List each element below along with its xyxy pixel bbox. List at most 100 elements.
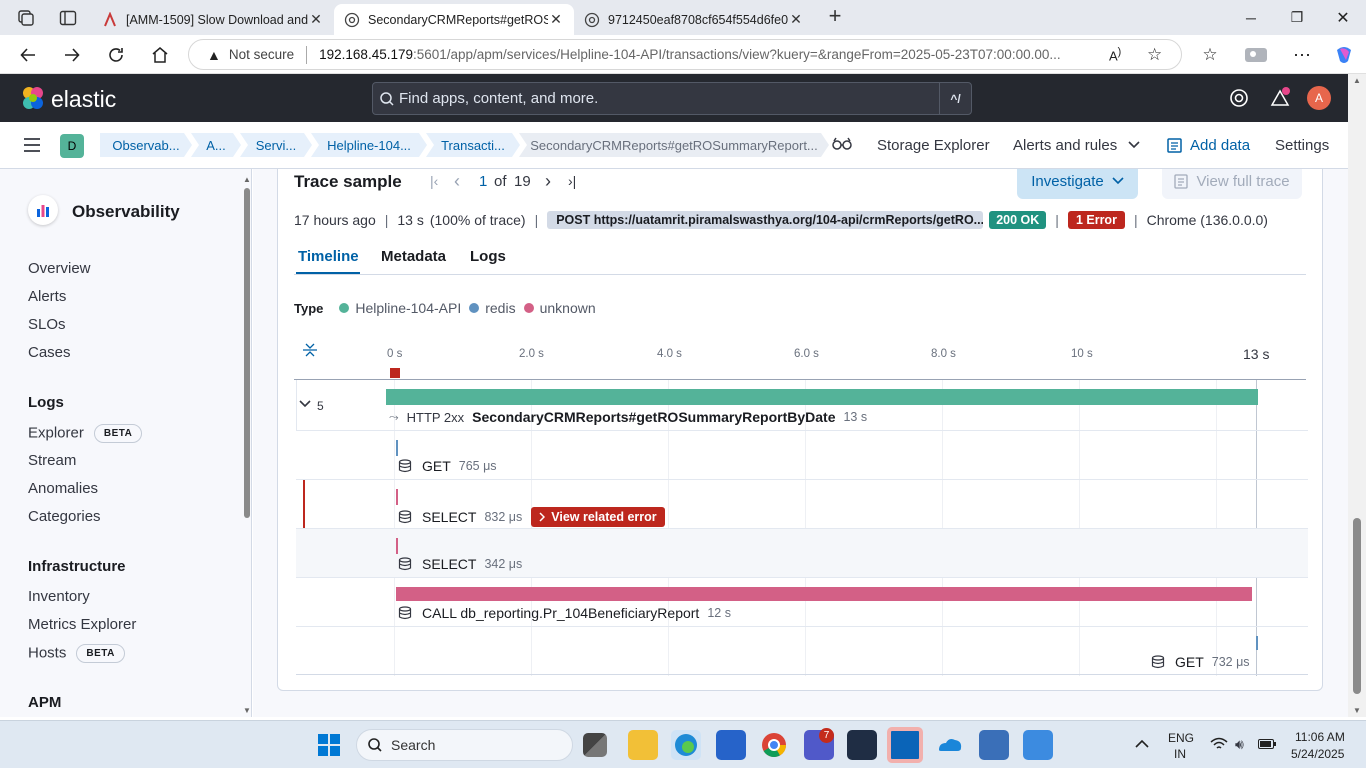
- refresh-icon[interactable]: [100, 39, 132, 71]
- home-icon[interactable]: [144, 39, 176, 71]
- back-icon[interactable]: [12, 39, 44, 71]
- close-tab-icon[interactable]: ✕: [788, 11, 804, 28]
- sidebar-item-cases[interactable]: Cases: [28, 344, 71, 361]
- view-full-trace-button[interactable]: View full trace: [1162, 169, 1302, 199]
- elastic-logo-icon[interactable]: [20, 85, 46, 111]
- sidebar-item-metrics-explorer[interactable]: Metrics Explorer: [28, 616, 136, 633]
- help-icon[interactable]: [1229, 88, 1249, 108]
- close-window-icon[interactable]: ✕: [1320, 0, 1366, 35]
- error-marker[interactable]: [390, 368, 400, 378]
- workspaces-icon[interactable]: [16, 8, 36, 28]
- sidebar-item-explorer[interactable]: Explorer BETA: [28, 424, 143, 443]
- sidebar-item-stream[interactable]: Stream: [28, 452, 76, 469]
- timeline-row-transaction[interactable]: 5 ⤳ HTTP 2xx SecondaryCRMReports#getROSu…: [296, 380, 1308, 430]
- file-explorer-icon[interactable]: [628, 730, 658, 760]
- scroll-up-icon[interactable]: ▲: [243, 175, 251, 184]
- outlook-icon[interactable]: [887, 727, 923, 763]
- span-bar[interactable]: [396, 587, 1252, 601]
- store-icon[interactable]: [716, 730, 746, 760]
- remote-desktop-icon[interactable]: [979, 730, 1009, 760]
- breadcrumb-apm[interactable]: A...: [191, 133, 241, 157]
- sidebar-item-anomalies[interactable]: Anomalies: [28, 480, 98, 497]
- browser-tab-1[interactable]: [AMM-1509] Slow Download and ✕: [92, 4, 334, 35]
- investigate-button[interactable]: Investigate: [1017, 169, 1138, 199]
- restore-icon[interactable]: ❐: [1274, 0, 1320, 35]
- tab-metadata[interactable]: Metadata: [381, 248, 446, 265]
- vscode-dark-icon[interactable]: [847, 730, 877, 760]
- timeline-row-span[interactable]: GET 765 μs: [296, 430, 1308, 479]
- volume-icon[interactable]: 🔊︎: [1235, 736, 1244, 753]
- alerts-rules-link[interactable]: Alerts and rules: [1013, 137, 1117, 154]
- span-bar[interactable]: [396, 538, 398, 554]
- address-bar[interactable]: ▲ Not secure 192.168.45.179 :5601/app/ap…: [188, 39, 1182, 70]
- breadcrumb-transactions[interactable]: Transacti...: [426, 133, 520, 157]
- browser-tab-2[interactable]: SecondaryCRMReports#getROSu ✕: [334, 4, 574, 35]
- sidebar-scrollbar[interactable]: ▲ ▼: [243, 175, 251, 715]
- timeline-row-span[interactable]: SELECT 832 μs View related error: [296, 479, 1308, 529]
- sidebar-item-hosts[interactable]: Hosts BETA: [28, 644, 125, 663]
- scroll-down-icon[interactable]: ▼: [1348, 706, 1366, 715]
- close-tab-icon[interactable]: ✕: [548, 11, 564, 28]
- request-badge[interactable]: POST https://uatamrit.piramalswasthya.or…: [547, 211, 984, 229]
- last-page-icon[interactable]: ›|: [568, 173, 576, 189]
- page-scrollbar[interactable]: ▲ ▼: [1348, 74, 1366, 717]
- timeline-row-span[interactable]: SELECT 342 μs: [296, 528, 1308, 577]
- scrollbar-thumb[interactable]: [244, 188, 250, 518]
- scroll-down-icon[interactable]: ▼: [243, 706, 251, 715]
- first-page-icon[interactable]: |‹: [430, 173, 438, 189]
- sidebar-item-categories[interactable]: Categories: [28, 508, 101, 525]
- notepad-icon[interactable]: [1023, 730, 1053, 760]
- task-view-icon[interactable]: [583, 733, 607, 757]
- vertical-tabs-icon[interactable]: [58, 8, 78, 28]
- glasses-icon[interactable]: [832, 136, 852, 152]
- onedrive-icon[interactable]: [935, 730, 965, 760]
- newsfeed-icon[interactable]: [1269, 87, 1291, 109]
- copilot-icon[interactable]: [1328, 39, 1360, 71]
- wifi-icon[interactable]: [1210, 737, 1228, 751]
- timeline-row-span[interactable]: GET 732 μs: [296, 626, 1308, 675]
- new-tab-icon[interactable]: +: [824, 5, 846, 28]
- sidebar-item-alerts[interactable]: Alerts: [28, 288, 66, 305]
- favorite-star-icon[interactable]: ☆: [1147, 45, 1162, 65]
- menu-toggle-icon[interactable]: [22, 136, 42, 154]
- timeline-row-span[interactable]: CALL db_reporting.Pr_104BeneficiaryRepor…: [296, 577, 1308, 626]
- avatar[interactable]: A: [1307, 86, 1331, 110]
- tab-logs[interactable]: Logs: [470, 248, 506, 265]
- scrollbar-thumb[interactable]: [1353, 518, 1361, 694]
- next-page-icon[interactable]: ›: [545, 171, 551, 192]
- edge-icon[interactable]: [671, 730, 701, 760]
- sidebar-item-inventory[interactable]: Inventory: [28, 588, 90, 605]
- error-badge[interactable]: 1 Error: [1067, 211, 1125, 229]
- forward-icon[interactable]: [56, 39, 88, 71]
- close-tab-icon[interactable]: ✕: [308, 11, 324, 28]
- chevron-up-icon[interactable]: [1135, 739, 1149, 748]
- profile-icon[interactable]: [1240, 39, 1272, 71]
- favorites-icon[interactable]: ☆: [1194, 39, 1226, 71]
- chrome-icon[interactable]: [759, 730, 789, 760]
- clock-time[interactable]: 11:06 AM: [1295, 730, 1345, 744]
- battery-icon[interactable]: [1258, 739, 1276, 749]
- language-top[interactable]: ENG: [1168, 731, 1194, 745]
- collapse-all-icon[interactable]: [302, 342, 318, 358]
- scroll-up-icon[interactable]: ▲: [1348, 76, 1366, 85]
- span-bar[interactable]: [1256, 636, 1258, 650]
- settings-link[interactable]: Settings: [1275, 137, 1329, 154]
- storage-explorer-link[interactable]: Storage Explorer: [877, 137, 990, 154]
- span-bar[interactable]: [396, 440, 398, 456]
- tab-timeline[interactable]: Timeline: [298, 248, 359, 265]
- add-data-link[interactable]: Add data: [1190, 137, 1250, 154]
- breadcrumb-observability[interactable]: Observab...: [100, 133, 192, 157]
- read-aloud-icon[interactable]: A): [1109, 46, 1121, 63]
- browser-tab-3[interactable]: 9712450eaf8708cf654f554d6fe03 ✕: [574, 4, 814, 35]
- space-avatar[interactable]: D: [60, 134, 84, 158]
- span-bar[interactable]: [396, 489, 398, 505]
- chevron-down-icon[interactable]: [1128, 141, 1140, 149]
- taskbar-search[interactable]: Search: [356, 729, 573, 761]
- prev-page-icon[interactable]: ‹: [454, 171, 460, 192]
- more-options-icon[interactable]: ⋯: [1286, 39, 1318, 71]
- windows-start-icon[interactable]: [317, 733, 341, 757]
- transaction-bar[interactable]: [386, 389, 1258, 405]
- minimize-icon[interactable]: ─: [1228, 0, 1274, 35]
- breadcrumb-services[interactable]: Servi...: [240, 133, 312, 157]
- breadcrumb-service[interactable]: Helpline-104...: [311, 133, 427, 157]
